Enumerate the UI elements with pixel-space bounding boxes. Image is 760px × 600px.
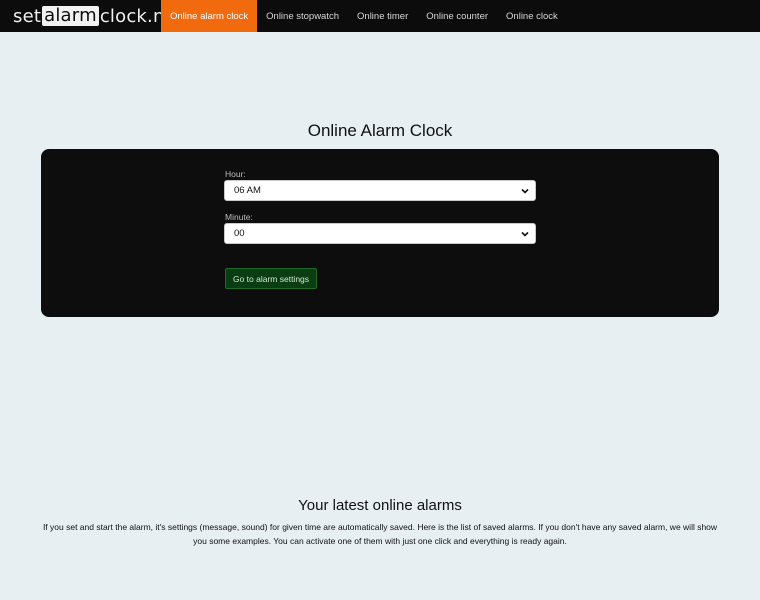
- hour-select-value: 06 AM: [234, 185, 261, 196]
- latest-alarms-description: If you set and start the alarm, it's set…: [42, 522, 718, 546]
- nav-item-online-counter[interactable]: Online counter: [417, 0, 497, 32]
- chevron-down-icon: [521, 188, 529, 194]
- nav-item-online-clock[interactable]: Online clock: [497, 0, 567, 32]
- minute-select-value: 00: [234, 228, 245, 239]
- logo-prefix: set: [13, 5, 42, 27]
- top-navbar: set alarm clock.net Online alarm clock Onl…: [0, 0, 760, 32]
- site-logo[interactable]: set alarm clock.net: [0, 0, 183, 32]
- nav-item-online-timer[interactable]: Online timer: [348, 0, 417, 32]
- go-to-alarm-settings-button[interactable]: Go to alarm settings: [225, 268, 317, 289]
- nav-item-online-alarm-clock[interactable]: Online alarm clock: [161, 0, 258, 32]
- minute-select[interactable]: 00: [224, 223, 536, 244]
- minute-label: Minute:: [225, 212, 253, 222]
- page-title: Online Alarm Clock: [307, 121, 453, 140]
- latest-alarms-title: Your latest online alarms: [298, 497, 462, 514]
- logo-boxed-word: alarm: [42, 5, 99, 26]
- nav-item-online-stopwatch[interactable]: Online stopwatch: [257, 0, 348, 32]
- chevron-down-icon: [521, 231, 529, 237]
- alarm-setup-panel: Hour: 06 AM Minute: 00 Go to alarm setti…: [41, 149, 719, 317]
- hour-select[interactable]: 06 AM: [224, 180, 536, 201]
- main-nav: Online alarm clock Online stopwatch Onli…: [161, 0, 567, 32]
- hour-label: Hour:: [225, 169, 246, 179]
